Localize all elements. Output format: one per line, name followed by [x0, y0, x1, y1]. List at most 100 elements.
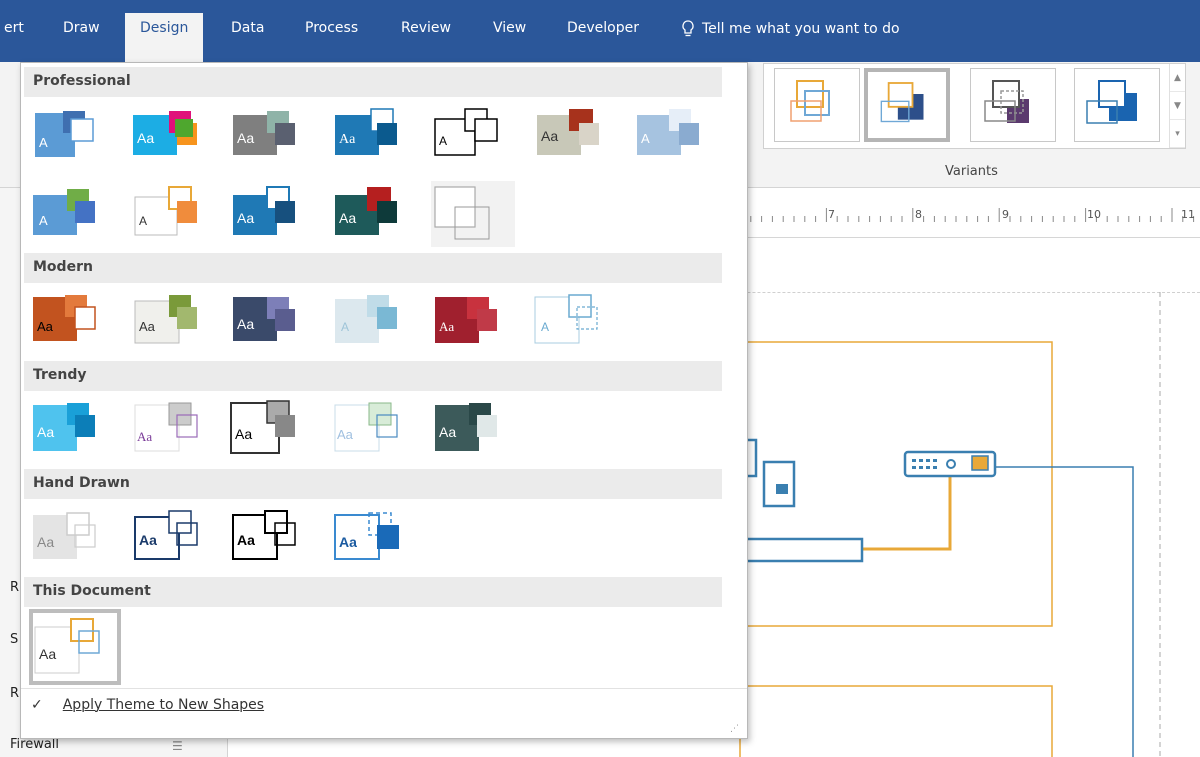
section-header-professional: Professional: [24, 67, 722, 97]
stencil-menu-icon[interactable]: ☰: [172, 739, 183, 753]
theme-thumbnail-icon: Aa: [435, 297, 497, 343]
theme-thumbnail-icon: Aa: [232, 510, 296, 560]
svg-text:A: A: [39, 135, 48, 150]
svg-text:A: A: [439, 134, 447, 148]
theme-tile[interactable]: A: [29, 101, 113, 167]
svg-text:A: A: [341, 320, 349, 334]
svg-text:Aa: Aa: [439, 319, 454, 334]
apply-theme-label: Apply Theme to New Shapes: [62, 697, 265, 713]
connector-gold: [862, 476, 952, 551]
svg-text:A: A: [139, 214, 147, 228]
svg-text:Aa: Aa: [237, 130, 254, 146]
theme-tile[interactable]: Aa: [131, 397, 215, 463]
theme-tile[interactable]: Aa: [331, 181, 415, 247]
theme-tile[interactable]: Aa: [431, 397, 515, 463]
theme-thumbnail-icon: Aa: [133, 111, 197, 155]
themes-dropdown: Professional A Aa Aa Aa A Aa A A A Aa Aa…: [20, 62, 748, 739]
section-label: Trendy: [33, 367, 87, 383]
theme-thumbnail-icon: A: [434, 108, 498, 156]
theme-thumbnail-icon: A: [637, 109, 699, 155]
theme-tile[interactable]: Aa: [131, 101, 215, 167]
theme-thumbnail-icon: Aa: [134, 295, 197, 344]
svg-text:A: A: [39, 213, 48, 228]
theme-thumbnail-icon: Aa: [334, 512, 399, 560]
shapes-pane-item[interactable]: R: [10, 686, 19, 701]
theme-thumbnail-icon: Aa: [134, 402, 198, 452]
section-header-trendy: Trendy: [24, 361, 722, 391]
theme-tile[interactable]: Aa: [331, 397, 415, 463]
svg-text:Aa: Aa: [237, 316, 254, 332]
svg-text:Aa: Aa: [139, 532, 157, 548]
theme-thumbnail-icon: Aa: [335, 187, 397, 235]
theme-tile[interactable]: Aa: [229, 397, 313, 463]
theme-tile[interactable]: Aa: [29, 289, 113, 355]
theme-tile[interactable]: A: [331, 289, 415, 355]
theme-tile[interactable]: Aa: [131, 289, 215, 355]
section-header-this-document: This Document: [24, 577, 722, 607]
theme-thumbnail-icon: Aa: [33, 512, 96, 559]
theme-thumbnail-icon: Aa: [334, 402, 398, 452]
theme-tile[interactable]: Aa: [229, 181, 313, 247]
theme-thumbnail-icon: A: [33, 189, 95, 235]
section-header-modern: Modern: [24, 253, 722, 283]
svg-text:Aa: Aa: [39, 646, 56, 662]
theme-tile[interactable]: Aa: [131, 505, 215, 571]
apply-theme-option[interactable]: ✓ Apply Theme to New Shapes: [31, 697, 264, 713]
svg-text:A: A: [641, 131, 650, 146]
section-label: Professional: [33, 73, 131, 89]
theme-tile[interactable]: Aa: [229, 101, 313, 167]
svg-text:Aa: Aa: [337, 427, 354, 442]
device-shape-fill: [776, 484, 788, 494]
container-box: [739, 685, 1053, 757]
theme-thumbnail-icon: Aa: [335, 108, 397, 155]
theme-tile[interactable]: Aa: [229, 289, 313, 355]
theme-thumbnail-icon: A: [35, 111, 94, 157]
theme-tile[interactable]: Aa: [331, 101, 415, 167]
shapes-pane-item[interactable]: R: [10, 580, 19, 595]
svg-text:Aa: Aa: [439, 424, 456, 440]
svg-text:Aa: Aa: [37, 319, 54, 334]
theme-tile[interactable]: A: [633, 101, 717, 167]
theme-tile[interactable]: Aa: [533, 101, 617, 167]
svg-text:Aa: Aa: [137, 130, 154, 146]
svg-text:Aa: Aa: [339, 210, 356, 226]
theme-tile[interactable]: A: [131, 181, 215, 247]
theme-tile[interactable]: Aa: [29, 397, 113, 463]
theme-thumbnail-icon: Aa: [33, 295, 96, 341]
connector-blue: [995, 466, 1134, 757]
theme-tile[interactable]: A: [29, 181, 113, 247]
theme-tile[interactable]: A: [431, 101, 515, 167]
theme-thumbnail-icon: [434, 186, 490, 240]
theme-thumbnail-icon: Aa: [33, 403, 95, 451]
theme-tile[interactable]: Aa: [229, 505, 313, 571]
theme-thumbnail-icon: Aa: [230, 400, 295, 454]
svg-text:Aa: Aa: [137, 429, 152, 444]
theme-tile[interactable]: [431, 181, 515, 247]
theme-thumbnail-icon: A: [534, 294, 598, 344]
svg-text:Aa: Aa: [237, 532, 255, 548]
theme-thumbnail-icon: Aa: [134, 510, 198, 560]
resize-grip-icon[interactable]: ⋰: [730, 724, 739, 734]
svg-text:A: A: [541, 320, 549, 334]
theme-tile[interactable]: A: [531, 289, 615, 355]
section-label: This Document: [33, 583, 151, 599]
theme-thumbnail-icon: A: [134, 186, 197, 236]
section-label: Modern: [33, 259, 93, 275]
svg-text:Aa: Aa: [139, 319, 156, 334]
theme-tile[interactable]: Aa: [431, 289, 515, 355]
theme-tile[interactable]: Aa: [29, 505, 113, 571]
theme-thumbnail-icon: Aa: [537, 109, 599, 155]
shapes-pane-item[interactable]: S: [10, 632, 18, 647]
theme-thumbnail-icon: Aa: [435, 403, 497, 451]
theme-thumbnail-icon: Aa: [34, 618, 100, 674]
theme-thumbnail-icon: Aa: [233, 111, 295, 155]
svg-text:Aa: Aa: [339, 534, 357, 550]
theme-thumbnail-icon: Aa: [233, 297, 295, 341]
theme-tile[interactable]: Aa: [331, 505, 415, 571]
svg-text:Aa: Aa: [237, 210, 254, 226]
shapes-pane-firewall[interactable]: Firewall: [10, 737, 59, 752]
bar-shape: [740, 537, 864, 563]
theme-tile-current[interactable]: Aa: [29, 609, 121, 685]
svg-text:Aa: Aa: [541, 128, 558, 144]
svg-text:Aa: Aa: [235, 426, 252, 442]
